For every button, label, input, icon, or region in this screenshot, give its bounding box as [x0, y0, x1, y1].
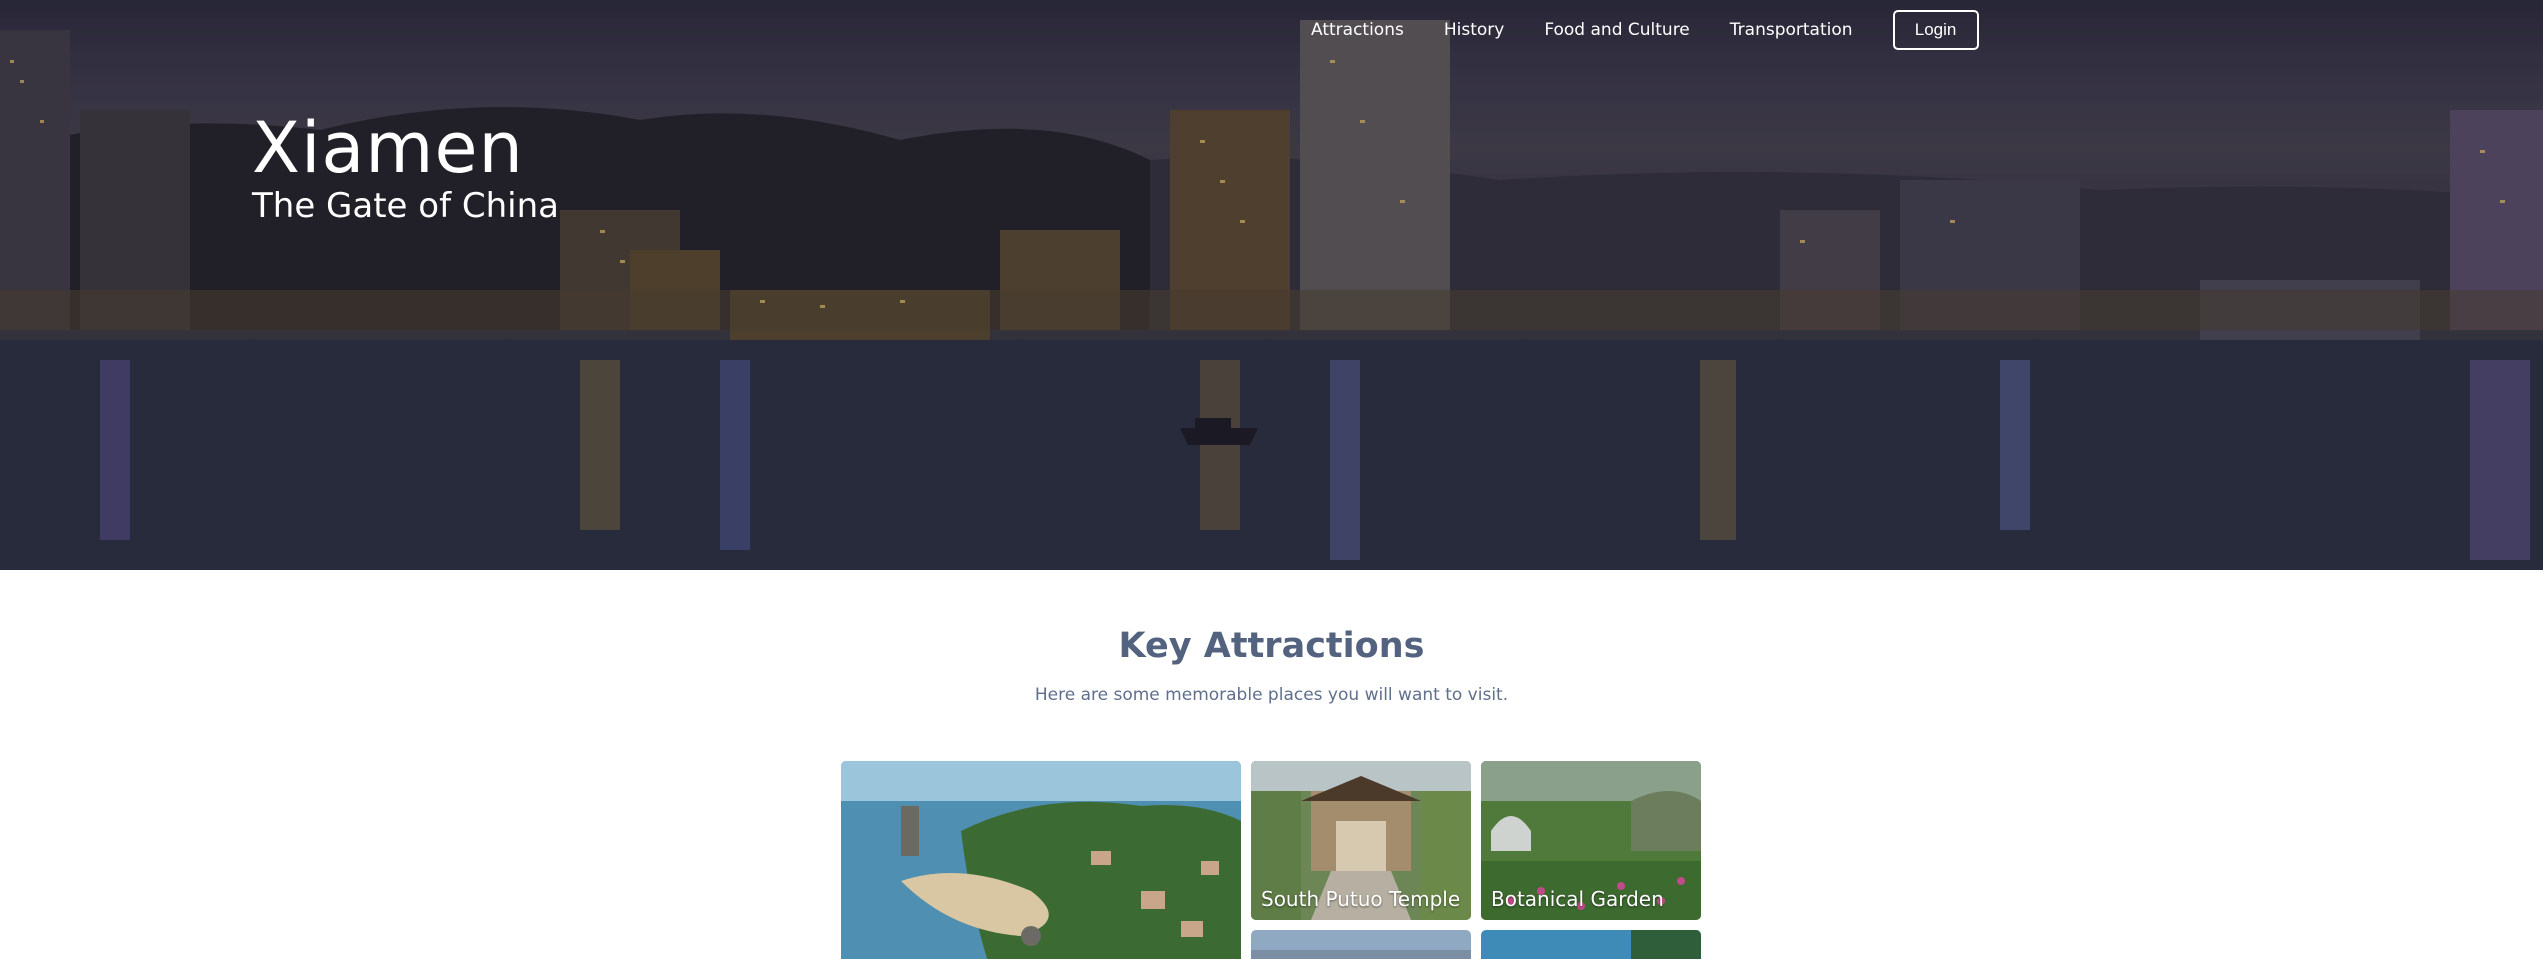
section-title: Key Attractions — [1118, 626, 1425, 666]
section-subtitle: Here are some memorable places you will … — [1034, 685, 1509, 705]
top-nav: Attractions History Food and Culture Tra… — [1311, 10, 1979, 50]
hero-overlay — [0, 0, 2543, 570]
nav-history[interactable]: History — [1444, 20, 1504, 40]
nav-transportation[interactable]: Transportation — [1730, 20, 1853, 40]
nav-attractions[interactable]: Attractions — [1311, 20, 1404, 40]
hero-banner: Xiamen The Gate of China Attractions His… — [0, 0, 2543, 570]
attraction-photo — [1251, 930, 1471, 959]
island-photo — [841, 761, 1241, 959]
attraction-photo — [1481, 930, 1701, 959]
brand: Xiamen The Gate of China — [252, 106, 559, 226]
login-button[interactable]: Login — [1892, 10, 1979, 50]
attraction-card-5[interactable] — [1481, 930, 1701, 959]
nav-food-and-culture[interactable]: Food and Culture — [1544, 20, 1689, 40]
hero-subtitle: The Gate of China — [252, 186, 559, 226]
attraction-card-south-putuo-temple[interactable]: South Putuo Temple — [1251, 761, 1471, 920]
attraction-card-4[interactable] — [1251, 930, 1471, 959]
card-label: South Putuo Temple — [1261, 887, 1461, 911]
hero-title: Xiamen — [252, 107, 524, 189]
attraction-card-botanical-garden[interactable]: Botanical Garden — [1481, 761, 1701, 920]
attraction-card-gulangyu[interactable] — [841, 761, 1241, 959]
card-label: Botanical Garden — [1491, 887, 1664, 911]
